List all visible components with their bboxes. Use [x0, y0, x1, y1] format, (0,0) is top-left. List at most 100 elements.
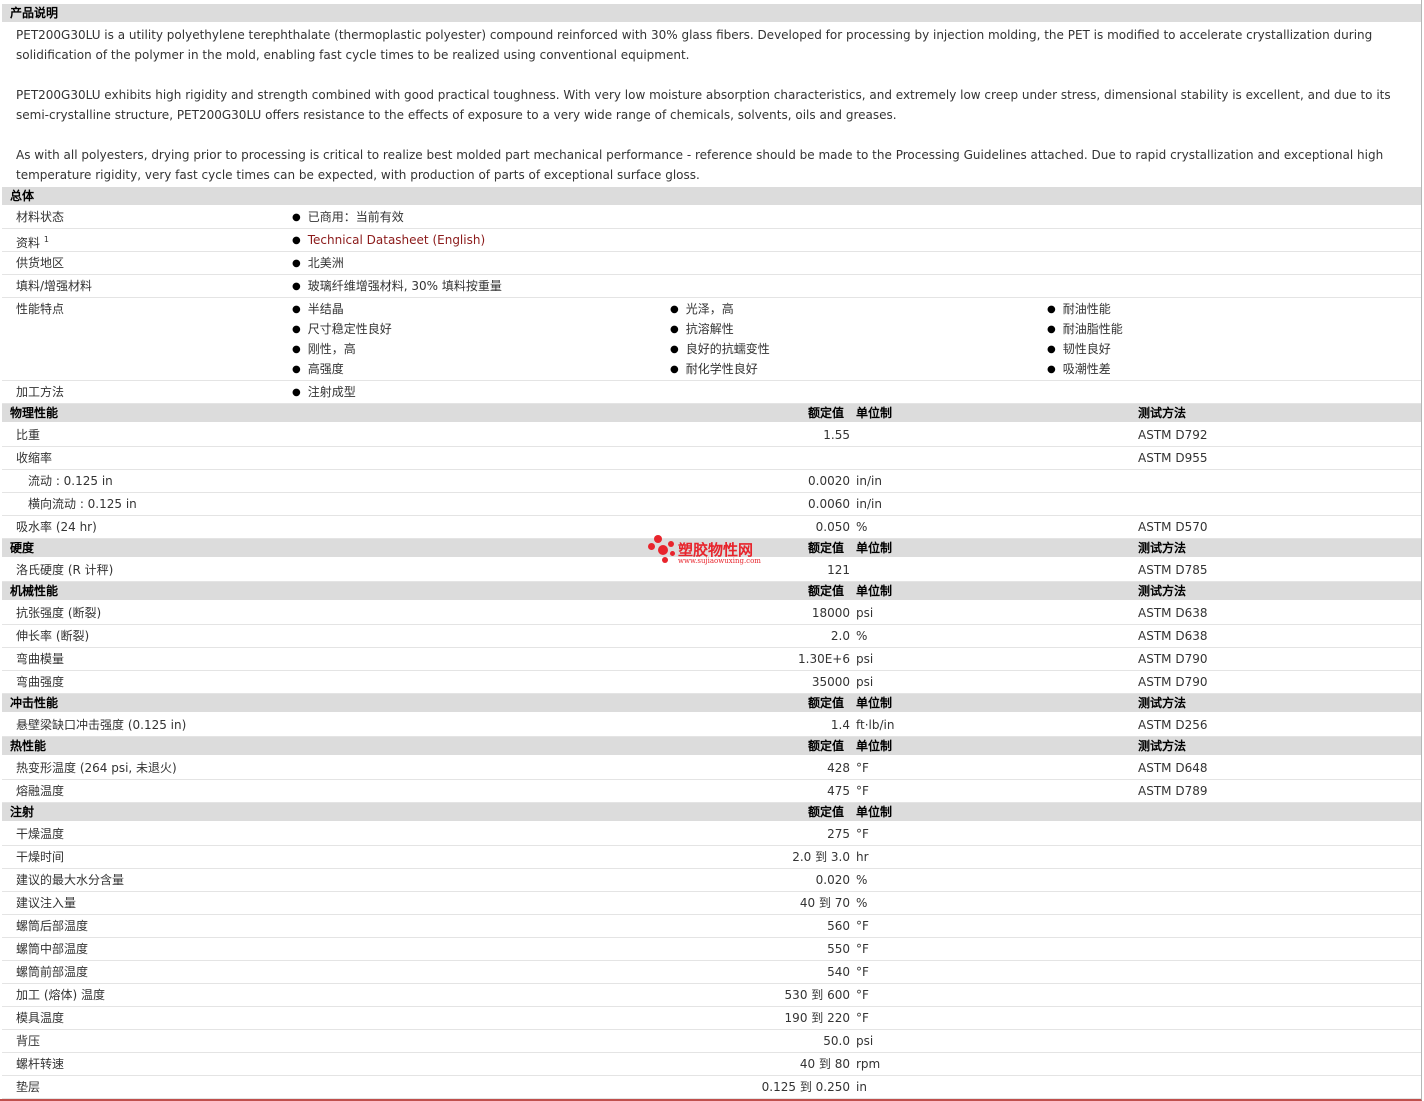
filler-label: 填料/增强材料 [16, 279, 93, 293]
property-unit: °F [856, 919, 869, 933]
property-value: 0.0060 [808, 497, 850, 511]
property-label: 加工 (熔体) 温度 [16, 988, 105, 1002]
test-method: ASTM D789 [1138, 784, 1208, 798]
test-column-header: 测试方法 [1138, 696, 1187, 710]
property-value: 428 [827, 761, 850, 775]
property-row: 熔融温度 475 °F ASTM D789 [2, 780, 1421, 803]
property-row: 螺筒中部温度 550 °F [2, 938, 1421, 961]
section-title: 冲击性能 [10, 696, 59, 710]
property-unit: psi [856, 606, 874, 620]
property-row: 收缩率 ASTM D955 [2, 447, 1421, 470]
description-paragraph-3: As with all polyesters, drying prior to … [16, 148, 1384, 182]
general-title: 总体 [10, 189, 35, 203]
nominal-column-header: 额定值 [808, 696, 845, 710]
feature-item: 吸潮性差 [1047, 358, 1111, 382]
property-row: 模具温度 190 到 220 °F [2, 1007, 1421, 1030]
property-unit: hr [856, 850, 869, 864]
property-label: 比重 [16, 428, 41, 442]
property-unit: rpm [856, 1057, 881, 1071]
property-label: 螺杆转速 [16, 1057, 65, 1071]
property-row: 螺筒前部温度 540 °F [2, 961, 1421, 984]
property-unit: % [856, 629, 868, 643]
property-value: 275 [827, 827, 850, 841]
property-unit: % [856, 873, 868, 887]
property-unit: °F [856, 761, 869, 775]
property-unit: in/in [856, 497, 882, 511]
unit-column-header: 单位制 [856, 541, 893, 555]
property-label: 熔融温度 [16, 784, 65, 798]
nominal-column-header: 额定值 [808, 541, 845, 555]
nominal-column-header: 额定值 [808, 739, 845, 753]
property-value: 530 到 600 [784, 988, 850, 1002]
property-value: 0.125 到 0.250 [761, 1080, 850, 1094]
description-paragraph-1: PET200G30LU is a utility polyethylene te… [16, 28, 1373, 62]
property-value: 40 到 70 [799, 896, 850, 910]
description-title: 产品说明 [10, 6, 59, 20]
property-label: 背压 [16, 1034, 41, 1048]
test-method: ASTM D570 [1138, 520, 1208, 534]
section-header: 注射 额定值 单位制 [2, 803, 1421, 821]
section-header: 机械性能 额定值 单位制 测试方法 [2, 582, 1421, 600]
property-row: 弯曲强度 35000 psi ASTM D790 [2, 671, 1421, 694]
property-row: 垫层 0.125 到 0.250 in [2, 1076, 1421, 1099]
test-method: ASTM D648 [1138, 761, 1208, 775]
watermark-logo: 塑胶物性网 www.sujiaowuxing.com [648, 533, 788, 569]
property-row: 抗张强度 (断裂) 18000 psi ASTM D638 [2, 602, 1421, 625]
property-label: 弯曲强度 [16, 675, 65, 689]
section-title: 物理性能 [10, 406, 59, 420]
property-label: 流动 : 0.125 in [28, 474, 113, 488]
property-value: 560 [827, 919, 850, 933]
property-row: 悬壁梁缺口冲击强度 (0.125 in) 1.4 ft·lb/in ASTM D256 [2, 714, 1421, 737]
documents-label: 资料 1 [16, 229, 49, 254]
section-header: 物理性能 额定值 单位制 测试方法 [2, 404, 1421, 422]
unit-column-header: 单位制 [856, 406, 893, 420]
property-row: 干燥时间 2.0 到 3.0 hr [2, 846, 1421, 869]
property-value: 35000 [811, 675, 850, 689]
section-header: 热性能 额定值 单位制 测试方法 [2, 737, 1421, 755]
property-value: 1.55 [823, 428, 850, 442]
feature-item: 高强度 [292, 358, 344, 382]
region-value: 北美洲 [292, 252, 344, 276]
property-label: 横向流动 : 0.125 in [28, 497, 137, 511]
process-row: 加工方法 注射成型 [2, 381, 1421, 404]
property-value: 2.0 [830, 629, 850, 643]
property-unit: °F [856, 784, 869, 798]
test-column-header: 测试方法 [1138, 541, 1187, 555]
property-label: 弯曲模量 [16, 652, 65, 666]
technical-datasheet-link[interactable]: Technical Datasheet (English) [308, 233, 485, 247]
property-unit: psi [856, 675, 874, 689]
nominal-column-header: 额定值 [808, 805, 845, 819]
property-label: 悬壁梁缺口冲击强度 (0.125 in) [16, 718, 187, 732]
features-row: 性能特点 半结晶 光泽，高 耐油性能 尺寸稳定性良好 抗溶解性 耐油脂性能 刚性… [2, 298, 1421, 381]
property-unit: °F [856, 827, 869, 841]
test-method: ASTM D638 [1138, 629, 1208, 643]
section-title: 机械性能 [10, 584, 59, 598]
property-label: 干燥时间 [16, 850, 65, 864]
process-value: 注射成型 [292, 381, 356, 405]
property-row: 热变形温度 (264 psi, 未退火) 428 °F ASTM D648 [2, 757, 1421, 780]
property-row: 弯曲模量 1.30E+6 psi ASTM D790 [2, 648, 1421, 671]
unit-column-header: 单位制 [856, 696, 893, 710]
material-status-row: 材料状态 已商用：当前有效 [2, 206, 1421, 229]
test-method: ASTM D955 [1138, 451, 1208, 465]
filler-row: 填料/增强材料 玻璃纤维增强材料, 30% 填料按重量 [2, 275, 1421, 298]
property-label: 模具温度 [16, 1011, 65, 1025]
test-column-header: 测试方法 [1138, 584, 1187, 598]
property-label: 螺筒前部温度 [16, 965, 89, 979]
property-row: 加工 (熔体) 温度 530 到 600 °F [2, 984, 1421, 1007]
region-row: 供货地区 北美洲 [2, 252, 1421, 275]
unit-column-header: 单位制 [856, 739, 893, 753]
property-value: 0.0020 [808, 474, 850, 488]
documents-bullet: Technical Datasheet (English) [292, 229, 485, 253]
property-label: 建议的最大水分含量 [16, 873, 125, 887]
property-value: 540 [827, 965, 850, 979]
property-label: 垫层 [16, 1080, 41, 1094]
property-value: 0.020 [815, 873, 850, 887]
property-value: 18000 [811, 606, 850, 620]
property-row: 建议的最大水分含量 0.020% [2, 869, 1421, 892]
property-value: 2.0 到 3.0 [792, 850, 850, 864]
property-label: 热变形温度 (264 psi, 未退火) [16, 761, 177, 775]
property-unit: in/in [856, 474, 882, 488]
general-header: 总体 [2, 187, 1421, 205]
property-row: 伸长率 (断裂) 2.0% ASTM D638 [2, 625, 1421, 648]
